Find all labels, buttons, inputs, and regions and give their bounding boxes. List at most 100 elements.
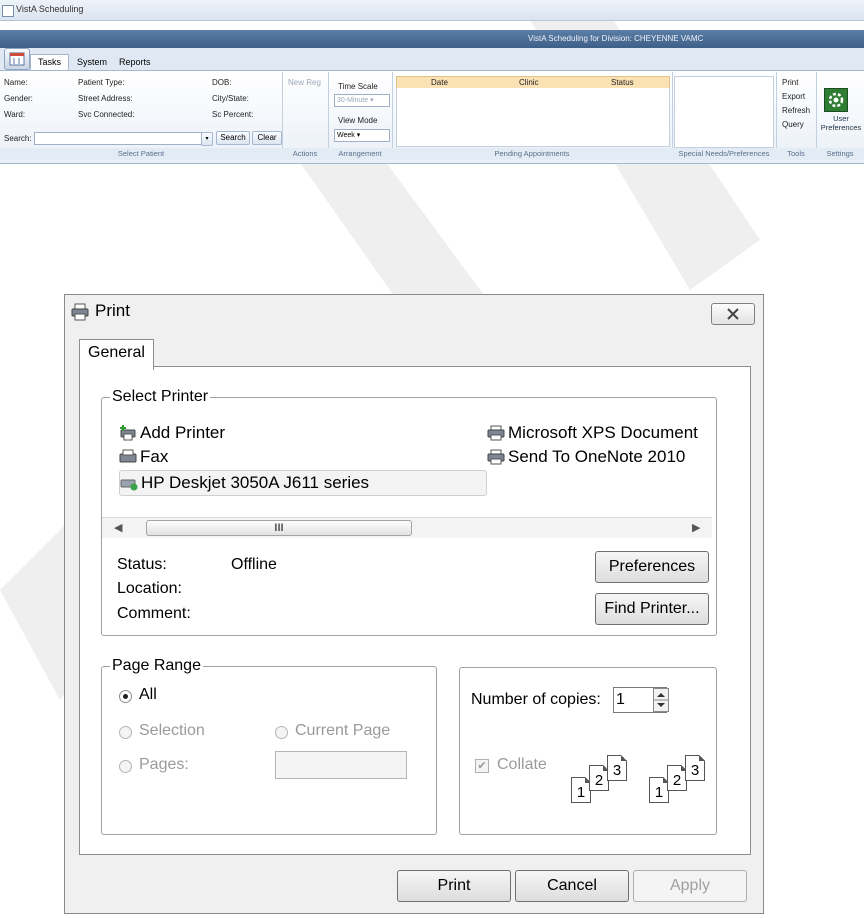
printer-name: Fax [140, 447, 169, 466]
patient-search-input[interactable] [34, 132, 204, 145]
page-glyph: 2 [589, 765, 609, 791]
page-range-legend: Page Range [112, 657, 201, 674]
tools-print[interactable]: Print [782, 78, 798, 87]
column-date: Date [431, 78, 448, 87]
time-scale-value: 30-Minute [337, 97, 369, 104]
page-glyph: 1 [649, 777, 669, 803]
apply-button[interactable]: Apply [633, 870, 747, 902]
select-patient-group-label: Select Patient [0, 148, 282, 160]
radio-current-page[interactable] [275, 726, 288, 739]
vista-scheduling-window: VistA Scheduling VistA Scheduling for Di… [0, 0, 864, 176]
page-glyph: 3 [607, 755, 627, 781]
patient-search-button[interactable]: Search [216, 131, 250, 145]
time-scale-select[interactable]: 30-Minute ▾ [334, 94, 390, 107]
cancel-button[interactable]: Cancel [515, 870, 629, 902]
patient-clear-button[interactable]: Clear [252, 131, 282, 145]
view-mode-value: Week [337, 132, 355, 139]
find-printer-button[interactable]: Find Printer... [595, 593, 709, 625]
page-glyph: 2 [667, 765, 687, 791]
radio-current-page-label: Current Page [295, 722, 391, 739]
radio-selection-label: Selection [139, 722, 205, 739]
patient-type-label: Patient Type: [78, 78, 125, 87]
vista-window-title: VistA Scheduling [16, 4, 84, 14]
special-needs-box [674, 76, 774, 148]
radio-selection[interactable] [119, 726, 132, 739]
tab-system[interactable]: System [70, 55, 114, 69]
printer-name: Send To OneNote 2010 [508, 447, 686, 466]
dob-label: DOB: [212, 78, 232, 87]
printer-item-hp-deskjet[interactable]: HP Deskjet 3050A J611 series [119, 470, 487, 496]
calendar-icon[interactable] [4, 48, 30, 70]
printer-icon [487, 449, 505, 465]
page-glyph: 3 [685, 755, 705, 781]
street-address-label: Street Address: [78, 94, 133, 103]
pending-appointments-group-label: Pending Appointments [392, 148, 672, 160]
scrollbar-thumb[interactable]: III [146, 520, 412, 536]
city-state-label: City/State: [212, 94, 249, 103]
scroll-left-icon[interactable]: ◀ [114, 521, 122, 534]
printer-item-add-printer[interactable]: Add Printer [119, 423, 225, 443]
page-range-group: Page Range [101, 657, 437, 835]
view-mode-select[interactable]: Week ▾ [334, 129, 390, 142]
close-icon [727, 308, 739, 320]
select-printer-legend: Select Printer [112, 388, 209, 405]
printer-item-fax[interactable]: Fax [119, 447, 168, 467]
page-glyph: 1 [571, 777, 591, 803]
ward-label: Ward: [4, 110, 26, 119]
printer-icon [71, 303, 89, 321]
preferences-button[interactable]: Preferences [595, 551, 709, 583]
svc-connected-label: Svc Connected: [78, 110, 135, 119]
printer-item-microsoft-xps[interactable]: Microsoft XPS Document [487, 423, 698, 443]
network-printer-icon [120, 475, 138, 491]
search-label: Search: [4, 134, 32, 143]
division-banner: VistA Scheduling for Division: CHEYENNE … [0, 30, 864, 48]
printer-icon [487, 425, 505, 441]
name-label: Name: [4, 78, 28, 87]
scroll-right-icon[interactable]: ▶ [692, 521, 700, 534]
tools-query[interactable]: Query [782, 120, 804, 129]
printer-name: Microsoft XPS Document [508, 423, 698, 442]
gear-icon[interactable] [824, 88, 848, 112]
special-needs-group-label: Special Needs/Preferences [672, 148, 776, 160]
pages-input[interactable] [275, 751, 407, 779]
radio-pages-label: Pages: [139, 756, 189, 773]
print-dialog: Print General Select Printer Add Printer… [64, 294, 764, 914]
column-clinic: Clinic [519, 78, 539, 87]
time-scale-label: Time Scale [338, 82, 378, 91]
location-label: Location: [117, 580, 182, 597]
status-value: Offline [231, 556, 277, 573]
collate-checkbox[interactable]: ✔ [475, 759, 489, 773]
division-banner-text: VistA Scheduling for Division: CHEYENNE … [528, 34, 704, 43]
tools-group-label: Tools [776, 148, 816, 160]
printer-item-onenote[interactable]: Send To OneNote 2010 [487, 447, 685, 467]
user-preferences-button[interactable]: User Preferences [818, 114, 864, 132]
collate-label: Collate [497, 756, 547, 773]
close-button[interactable] [711, 303, 755, 325]
tab-reports[interactable]: Reports [112, 55, 158, 69]
view-mode-label: View Mode [338, 116, 378, 125]
gender-label: Gender: [4, 94, 33, 103]
settings-group-label: Settings [816, 148, 864, 160]
status-label: Status: [117, 556, 167, 573]
app-icon [2, 5, 14, 17]
tab-general[interactable]: General [79, 339, 154, 370]
search-dropdown-arrow[interactable]: ▾ [201, 132, 213, 146]
print-button[interactable]: Print [397, 870, 511, 902]
printer-list-scrollbar[interactable]: ◀ III ▶ [102, 517, 712, 538]
arrangement-group-label: Arrangement [328, 148, 392, 160]
pending-appointments-list[interactable] [396, 88, 670, 147]
tools-export[interactable]: Export [782, 92, 805, 101]
actions-group-label: Actions [282, 148, 328, 160]
new-reg-button[interactable]: New Reg [288, 78, 321, 87]
print-dialog-titlebar: Print [65, 295, 763, 327]
comment-label: Comment: [117, 605, 191, 622]
vista-titlebar: VistA Scheduling [0, 0, 864, 21]
tools-refresh[interactable]: Refresh [782, 106, 810, 115]
number-of-copies-label: Number of copies: [471, 691, 601, 708]
radio-all[interactable] [119, 690, 132, 703]
fax-icon [119, 449, 137, 465]
column-status: Status [611, 78, 634, 87]
radio-pages[interactable] [119, 760, 132, 773]
copies-spinner[interactable] [653, 688, 669, 712]
radio-all-label: All [139, 686, 157, 703]
